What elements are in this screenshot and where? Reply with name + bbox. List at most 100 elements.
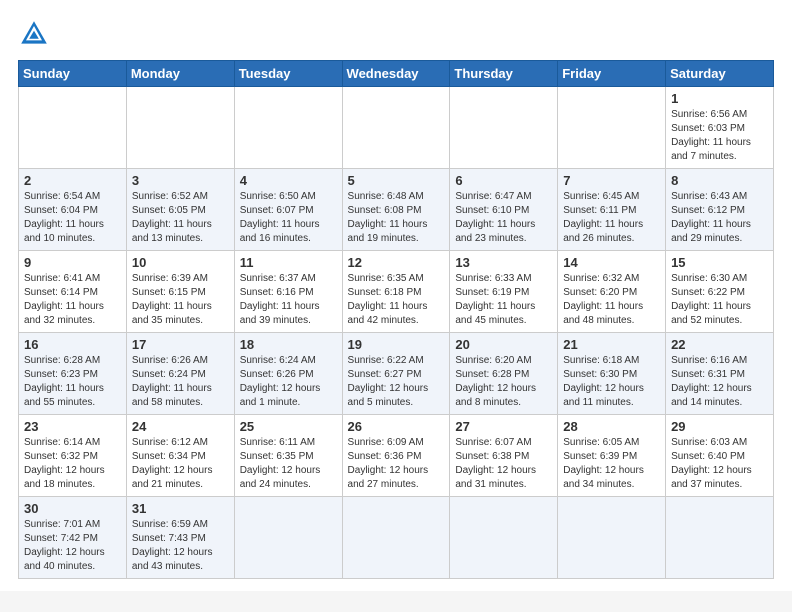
day-info: Sunrise: 6:52 AM Sunset: 6:05 PM Dayligh…	[132, 190, 229, 246]
day-number: 24	[132, 419, 229, 434]
calendar-cell	[19, 87, 127, 169]
day-number: 22	[671, 337, 768, 352]
day-info: Sunrise: 6:43 AM Sunset: 6:12 PM Dayligh…	[671, 190, 768, 246]
calendar-cell	[126, 87, 234, 169]
day-number: 15	[671, 255, 768, 270]
calendar-header-row: SundayMondayTuesdayWednesdayThursdayFrid…	[19, 61, 774, 87]
calendar-cell: 17 Sunrise: 6:26 AM Sunset: 6:24 PM Dayli…	[126, 333, 234, 415]
day-number: 29	[671, 419, 768, 434]
day-number: 11	[240, 255, 337, 270]
day-of-week-tuesday: Tuesday	[234, 61, 342, 87]
day-number: 16	[24, 337, 121, 352]
day-number: 12	[348, 255, 445, 270]
calendar-cell	[234, 497, 342, 579]
day-info: Sunrise: 6:45 AM Sunset: 6:11 PM Dayligh…	[563, 190, 660, 246]
day-info: Sunrise: 6:03 AM Sunset: 6:40 PM Dayligh…	[671, 436, 768, 492]
calendar-cell	[450, 87, 558, 169]
day-info: Sunrise: 6:07 AM Sunset: 6:38 PM Dayligh…	[455, 436, 552, 492]
calendar-cell: 30 Sunrise: 7:01 AM Sunset: 7:42 PM Dayli…	[19, 497, 127, 579]
calendar-table: SundayMondayTuesdayWednesdayThursdayFrid…	[18, 60, 774, 579]
calendar-cell: 25 Sunrise: 6:11 AM Sunset: 6:35 PM Dayli…	[234, 415, 342, 497]
calendar-cell: 4Sunrise: 6:50 AM Sunset: 6:07 PM Daylig…	[234, 169, 342, 251]
day-number: 10	[132, 255, 229, 270]
day-of-week-thursday: Thursday	[450, 61, 558, 87]
day-number: 28	[563, 419, 660, 434]
day-info: Sunrise: 6:59 AM Sunset: 7:43 PM Dayligh…	[132, 518, 229, 574]
day-info: Sunrise: 6:48 AM Sunset: 6:08 PM Dayligh…	[348, 190, 445, 246]
calendar-cell	[558, 87, 666, 169]
day-number: 3	[132, 173, 229, 188]
day-info: Sunrise: 6:37 AM Sunset: 6:16 PM Dayligh…	[240, 272, 337, 328]
calendar-cell	[234, 87, 342, 169]
calendar-week-row: 2 Sunrise: 6:54 AM Sunset: 6:04 PM Daylig…	[19, 169, 774, 251]
calendar-cell: 29 Sunrise: 6:03 AM Sunset: 6:40 PM Dayli…	[666, 415, 774, 497]
day-number: 26	[348, 419, 445, 434]
day-info: Sunrise: 6:16 AM Sunset: 6:31 PM Dayligh…	[671, 354, 768, 410]
day-info: Sunrise: 6:47 AM Sunset: 6:10 PM Dayligh…	[455, 190, 552, 246]
calendar-cell: 21Sunrise: 6:18 AM Sunset: 6:30 PM Dayli…	[558, 333, 666, 415]
day-info: Sunrise: 6:39 AM Sunset: 6:15 PM Dayligh…	[132, 272, 229, 328]
day-number: 14	[563, 255, 660, 270]
day-number: 2	[24, 173, 121, 188]
day-of-week-friday: Friday	[558, 61, 666, 87]
day-info: Sunrise: 6:12 AM Sunset: 6:34 PM Dayligh…	[132, 436, 229, 492]
logo-icon	[18, 18, 50, 50]
calendar-cell: 15 Sunrise: 6:30 AM Sunset: 6:22 PM Dayli…	[666, 251, 774, 333]
calendar-cell	[558, 497, 666, 579]
calendar-cell	[342, 87, 450, 169]
calendar-cell: 7 Sunrise: 6:45 AM Sunset: 6:11 PM Daylig…	[558, 169, 666, 251]
calendar-cell: 18Sunrise: 6:24 AM Sunset: 6:26 PM Dayli…	[234, 333, 342, 415]
calendar-cell	[450, 497, 558, 579]
day-info: Sunrise: 7:01 AM Sunset: 7:42 PM Dayligh…	[24, 518, 121, 574]
calendar-week-row: 9 Sunrise: 6:41 AM Sunset: 6:14 PM Daylig…	[19, 251, 774, 333]
day-number: 17	[132, 337, 229, 352]
day-number: 1	[671, 91, 768, 106]
calendar-cell: 10 Sunrise: 6:39 AM Sunset: 6:15 PM Dayli…	[126, 251, 234, 333]
calendar-week-row: 23 Sunrise: 6:14 AM Sunset: 6:32 PM Dayli…	[19, 415, 774, 497]
day-number: 7	[563, 173, 660, 188]
calendar-cell: 3 Sunrise: 6:52 AM Sunset: 6:05 PM Daylig…	[126, 169, 234, 251]
day-number: 25	[240, 419, 337, 434]
day-number: 13	[455, 255, 552, 270]
calendar-page: SundayMondayTuesdayWednesdayThursdayFrid…	[0, 0, 792, 591]
calendar-cell: 2 Sunrise: 6:54 AM Sunset: 6:04 PM Daylig…	[19, 169, 127, 251]
day-info: Sunrise: 6:11 AM Sunset: 6:35 PM Dayligh…	[240, 436, 337, 492]
calendar-cell	[666, 497, 774, 579]
day-info: Sunrise: 6:30 AM Sunset: 6:22 PM Dayligh…	[671, 272, 768, 328]
day-of-week-monday: Monday	[126, 61, 234, 87]
day-number: 21	[563, 337, 660, 352]
day-info: Sunrise: 6:09 AM Sunset: 6:36 PM Dayligh…	[348, 436, 445, 492]
day-info: Sunrise: 6:35 AM Sunset: 6:18 PM Dayligh…	[348, 272, 445, 328]
day-info: Sunrise: 6:54 AM Sunset: 6:04 PM Dayligh…	[24, 190, 121, 246]
day-of-week-sunday: Sunday	[19, 61, 127, 87]
calendar-cell: 22 Sunrise: 6:16 AM Sunset: 6:31 PM Dayli…	[666, 333, 774, 415]
calendar-cell: 23 Sunrise: 6:14 AM Sunset: 6:32 PM Dayli…	[19, 415, 127, 497]
calendar-cell: 14Sunrise: 6:32 AM Sunset: 6:20 PM Dayli…	[558, 251, 666, 333]
day-number: 8	[671, 173, 768, 188]
day-info: Sunrise: 6:28 AM Sunset: 6:23 PM Dayligh…	[24, 354, 121, 410]
calendar-cell: 8 Sunrise: 6:43 AM Sunset: 6:12 PM Daylig…	[666, 169, 774, 251]
day-number: 31	[132, 501, 229, 516]
day-info: Sunrise: 6:20 AM Sunset: 6:28 PM Dayligh…	[455, 354, 552, 410]
calendar-cell: 16 Sunrise: 6:28 AM Sunset: 6:23 PM Dayli…	[19, 333, 127, 415]
calendar-cell: 13Sunrise: 6:33 AM Sunset: 6:19 PM Dayli…	[450, 251, 558, 333]
day-of-week-wednesday: Wednesday	[342, 61, 450, 87]
day-info: Sunrise: 6:14 AM Sunset: 6:32 PM Dayligh…	[24, 436, 121, 492]
day-number: 20	[455, 337, 552, 352]
day-number: 18	[240, 337, 337, 352]
day-number: 23	[24, 419, 121, 434]
day-number: 19	[348, 337, 445, 352]
day-info: Sunrise: 6:41 AM Sunset: 6:14 PM Dayligh…	[24, 272, 121, 328]
page-header	[18, 18, 774, 50]
calendar-cell: 31 Sunrise: 6:59 AM Sunset: 7:43 PM Dayli…	[126, 497, 234, 579]
calendar-cell: 24 Sunrise: 6:12 AM Sunset: 6:34 PM Dayli…	[126, 415, 234, 497]
day-number: 5	[348, 173, 445, 188]
day-of-week-saturday: Saturday	[666, 61, 774, 87]
day-number: 9	[24, 255, 121, 270]
day-info: Sunrise: 6:22 AM Sunset: 6:27 PM Dayligh…	[348, 354, 445, 410]
calendar-cell: 26 Sunrise: 6:09 AM Sunset: 6:36 PM Dayli…	[342, 415, 450, 497]
calendar-cell: 11 Sunrise: 6:37 AM Sunset: 6:16 PM Dayli…	[234, 251, 342, 333]
day-number: 30	[24, 501, 121, 516]
day-info: Sunrise: 6:26 AM Sunset: 6:24 PM Dayligh…	[132, 354, 229, 410]
day-number: 4	[240, 173, 337, 188]
